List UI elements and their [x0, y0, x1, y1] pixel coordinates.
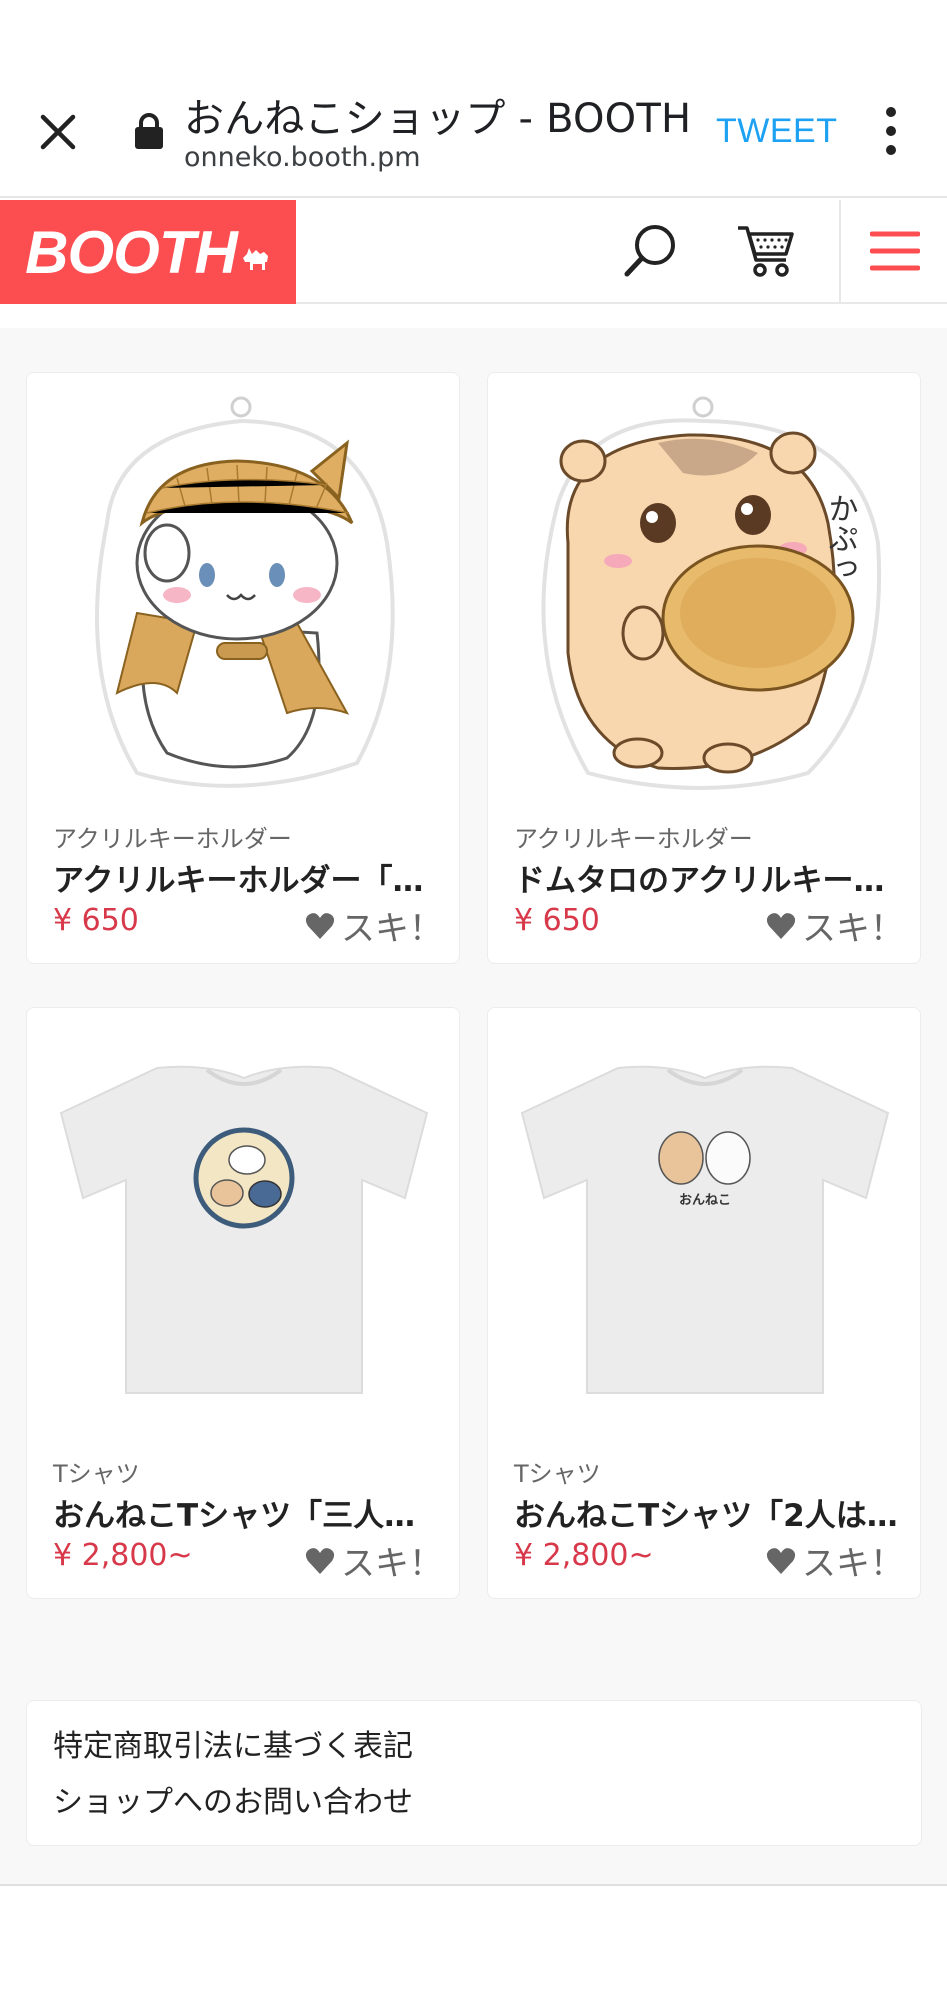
more-vert-icon[interactable]	[880, 106, 902, 156]
product-price: ¥ 650	[514, 903, 600, 938]
heart-icon	[305, 912, 335, 939]
camel-icon	[242, 248, 268, 270]
contact-shop-link[interactable]: ショップへのお問い合わせ	[53, 1777, 413, 1821]
close-icon	[40, 114, 76, 150]
sfx-text: かぷっ	[823, 493, 859, 583]
product-image: かぷっ	[488, 373, 920, 807]
lock-icon	[135, 113, 163, 149]
heart-icon	[305, 1547, 335, 1574]
product-category: アクリルキーホルダー	[53, 825, 292, 853]
like-label: スキ！	[802, 1544, 904, 1584]
product-price: ¥ 650	[53, 903, 139, 938]
heart-icon	[766, 1547, 796, 1574]
booth-logo[interactable]: BOOTH	[0, 200, 296, 304]
tweet-button[interactable]: TWEET	[716, 112, 837, 151]
shop-footer-links: 特定商取引法に基づく表記 ショップへのお問い合わせ	[26, 1700, 922, 1846]
product-card[interactable]: アクリルキーホルダー アクリルキーホルダー「名探偵おんねこ」 ¥ 650 スキ！	[26, 372, 460, 964]
product-image	[27, 373, 459, 807]
product-price: ¥ 2,800~	[53, 1538, 193, 1573]
page-url: onneko.booth.pm	[184, 142, 421, 173]
cart-icon[interactable]	[736, 222, 796, 280]
menu-icon[interactable]	[870, 228, 920, 274]
heart-icon	[766, 912, 796, 939]
product-title[interactable]: ドムタロのアクリルキーホルダー	[514, 855, 906, 900]
product-category: Tシャツ	[53, 1460, 140, 1488]
product-category: アクリルキーホルダー	[514, 825, 753, 853]
product-card[interactable]: Tシャツ おんねこTシャツ「三人勢揃い」 ¥ 2,800~ スキ！	[26, 1007, 460, 1599]
footer-divider	[0, 1884, 947, 1886]
like-button[interactable]: スキ！	[766, 901, 904, 950]
product-title[interactable]: おんねこTシャツ「2人はなかよし」	[514, 1490, 906, 1535]
close-button[interactable]	[30, 104, 86, 160]
legal-notice-link[interactable]: 特定商取引法に基づく表記	[53, 1721, 413, 1765]
like-label: スキ！	[802, 909, 904, 949]
tshirt-print-text: おんねこ	[679, 1193, 731, 1208]
search-icon[interactable]	[622, 222, 680, 280]
product-title[interactable]: アクリルキーホルダー「名探偵おんねこ」	[53, 855, 445, 900]
header-divider	[839, 200, 841, 304]
site-header: BOOTH	[0, 200, 947, 304]
product-card[interactable]: かぷっ アクリルキーホルダー ドムタロのアクリルキーホルダー ¥ 650 スキ！	[487, 372, 921, 964]
product-category: Tシャツ	[514, 1460, 601, 1488]
like-button[interactable]: スキ！	[305, 901, 443, 950]
browser-toolbar: おんねこショップ - BOOTH onneko.booth.pm TWEET	[0, 0, 947, 198]
like-label: スキ！	[341, 909, 443, 949]
like-label: スキ！	[341, 1544, 443, 1584]
like-button[interactable]: スキ！	[305, 1536, 443, 1585]
product-price: ¥ 2,800~	[514, 1538, 654, 1573]
product-image: おんねこ	[488, 1008, 920, 1442]
like-button[interactable]: スキ！	[766, 1536, 904, 1585]
product-image	[27, 1008, 459, 1442]
product-card[interactable]: おんねこ Tシャツ おんねこTシャツ「2人はなかよし」 ¥ 2,800~ スキ！	[487, 1007, 921, 1599]
booth-logo-text: BOOTH	[25, 218, 238, 286]
page-title: おんねこショップ - BOOTH	[184, 96, 692, 142]
product-title[interactable]: おんねこTシャツ「三人勢揃い」	[53, 1490, 445, 1535]
